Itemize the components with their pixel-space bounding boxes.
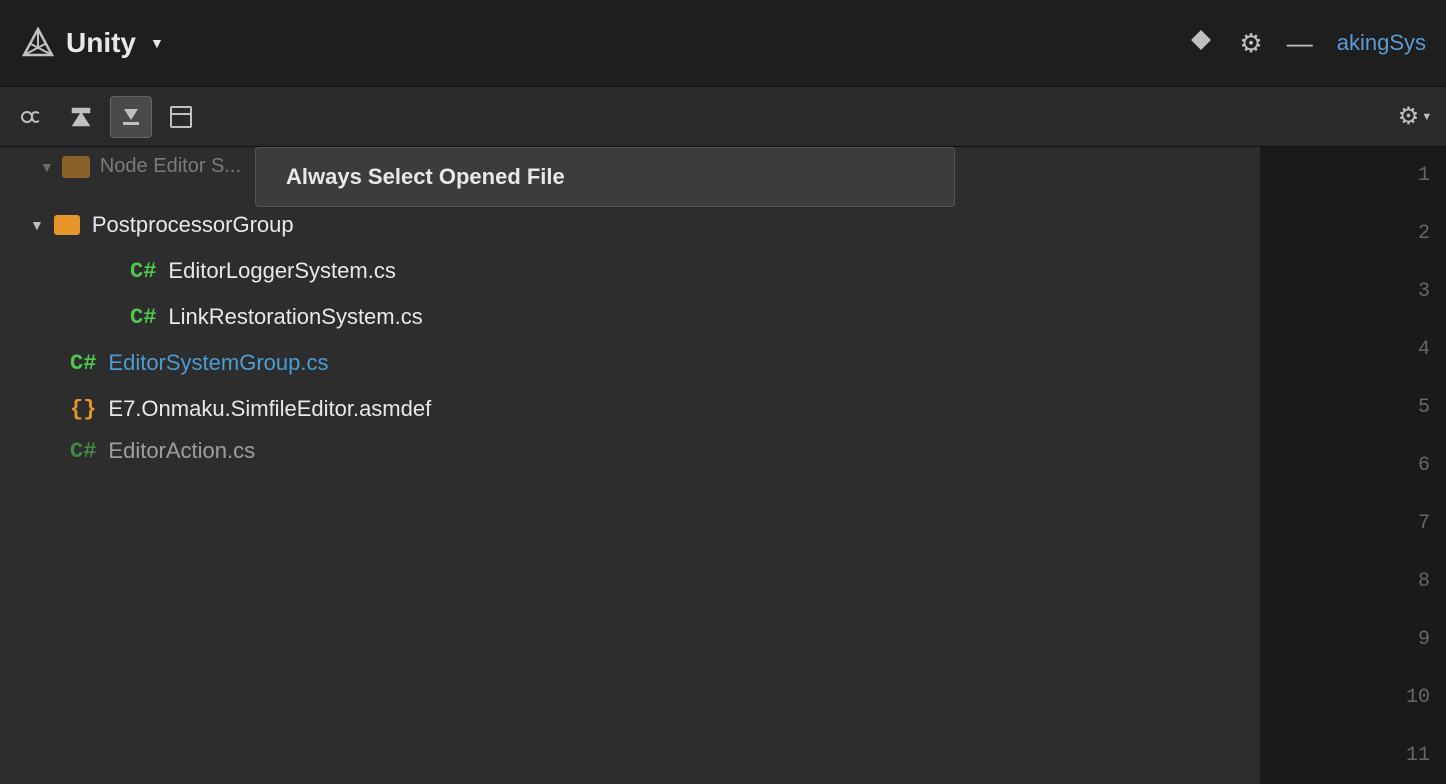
- scroll-down-button[interactable]: [110, 96, 152, 138]
- main-content: ▼ Node Editor S... Always Select Opened …: [0, 147, 1446, 784]
- sync-button[interactable]: [10, 96, 52, 138]
- list-item-editoraction[interactable]: C# EditorAction.cs: [10, 432, 1250, 470]
- folder-name: PostprocessorGroup: [92, 212, 294, 238]
- line-numbers-panel: 1 2 3 4 5 6 7 8 9 10 11: [1260, 147, 1446, 784]
- cs-badge-icon: C#: [70, 439, 96, 464]
- layout-button[interactable]: [160, 96, 202, 138]
- collapse-icon[interactable]: [1187, 26, 1215, 60]
- title-bar-right: ⚙ — akingSys: [1187, 26, 1426, 60]
- minimize-icon[interactable]: —: [1287, 28, 1313, 59]
- line-number-7: 7: [1260, 494, 1446, 552]
- line-number-10: 10: [1260, 668, 1446, 726]
- app-title: Unity: [66, 27, 136, 59]
- dropdown-menu: Always Select Opened File: [255, 147, 955, 207]
- unity-logo-icon: [20, 25, 56, 61]
- line-number-2: 2: [1260, 205, 1446, 263]
- line-number-6: 6: [1260, 437, 1446, 495]
- toolbar: ⚙ ▼: [0, 87, 1446, 147]
- title-dropdown-arrow[interactable]: ▼: [150, 35, 164, 51]
- line-number-5: 5: [1260, 379, 1446, 437]
- file-tree: ▼ PostprocessorGroup C# EditorLoggerSyst…: [0, 202, 1260, 470]
- list-item-asmdef[interactable]: {} E7.Onmaku.SimfileEditor.asmdef: [10, 386, 1250, 432]
- list-item-editorloggersystem[interactable]: C# EditorLoggerSystem.cs: [10, 248, 1250, 294]
- header-folder-icon: [62, 156, 90, 178]
- line-number-4: 4: [1260, 321, 1446, 379]
- file-name: E7.Onmaku.SimfileEditor.asmdef: [108, 396, 431, 422]
- cs-badge-icon: C#: [130, 305, 156, 330]
- header-folder-name: Node Editor S...: [100, 155, 241, 178]
- list-item-linkrestorationsystem[interactable]: C# LinkRestorationSystem.cs: [10, 294, 1250, 340]
- folder-postprocessorgroup[interactable]: ▼ PostprocessorGroup: [10, 202, 1250, 248]
- line-number-9: 9: [1260, 610, 1446, 668]
- title-bar: Unity ▼ ⚙ — akingSys: [0, 0, 1446, 87]
- line-number-3: 3: [1260, 263, 1446, 321]
- folder-icon: [54, 215, 80, 235]
- file-name: EditorLoggerSystem.cs: [168, 258, 395, 284]
- window-title-partial: akingSys: [1337, 30, 1426, 56]
- scroll-up-button[interactable]: [60, 96, 102, 138]
- line-number-1: 1: [1260, 147, 1446, 205]
- settings-icon[interactable]: ⚙: [1239, 28, 1262, 59]
- asmdef-badge-icon: {}: [70, 397, 96, 422]
- line-number-11: 11: [1260, 726, 1446, 784]
- toolbar-settings-button[interactable]: ⚙ ▼: [1394, 96, 1436, 138]
- folder-arrow-icon: ▼: [30, 217, 44, 233]
- list-item-editorsystemgroup[interactable]: C# EditorSystemGroup.cs: [10, 340, 1250, 386]
- file-name-active: EditorSystemGroup.cs: [108, 350, 328, 376]
- always-select-opened-file-item[interactable]: Always Select Opened File: [256, 148, 954, 206]
- file-name-partial: EditorAction.cs: [108, 438, 255, 464]
- cs-badge-icon: C#: [70, 351, 96, 376]
- cs-badge-icon: C#: [130, 259, 156, 284]
- file-name: LinkRestorationSystem.cs: [168, 304, 422, 330]
- line-number-8: 8: [1260, 552, 1446, 610]
- title-bar-left: Unity ▼: [20, 25, 164, 61]
- file-panel: ▼ Node Editor S... Always Select Opened …: [0, 147, 1260, 784]
